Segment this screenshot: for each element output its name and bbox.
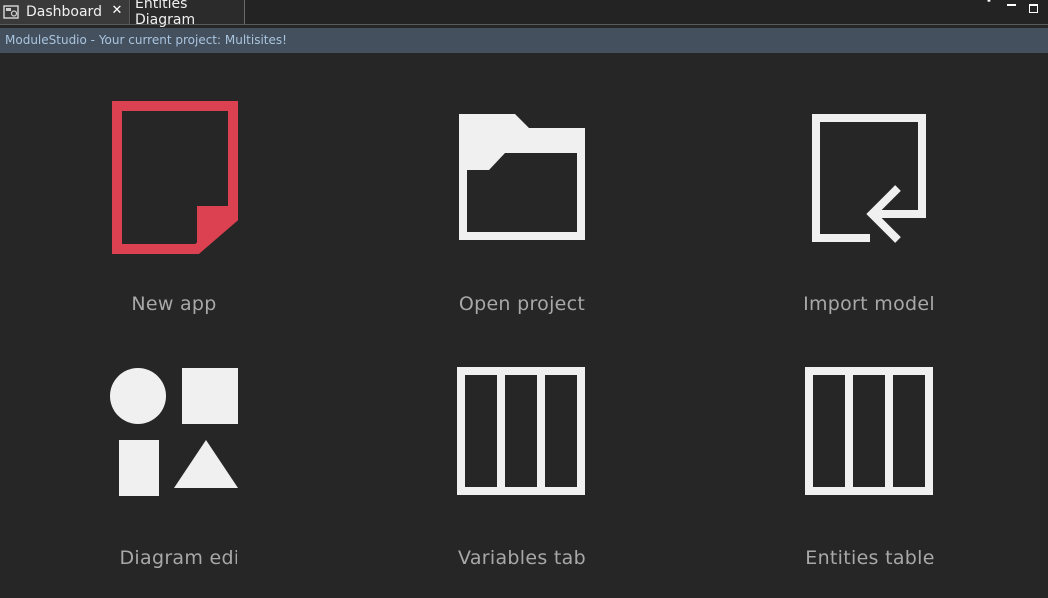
folder-icon bbox=[459, 114, 585, 240]
open-project-label: Open project bbox=[458, 293, 586, 315]
variables-table-label: Variables tab bbox=[458, 547, 586, 569]
shapes-icon bbox=[110, 368, 238, 496]
minimize-icon[interactable] bbox=[1007, 4, 1016, 13]
tab-dashboard-label: Dashboard bbox=[26, 4, 102, 20]
diagram-editor-label-text: Diagram edit bbox=[119, 547, 237, 569]
diagram-editor-tile[interactable]: Diagram edit bbox=[54, 355, 294, 595]
table-columns-icon bbox=[805, 367, 933, 495]
import-model-tile[interactable]: Import model bbox=[750, 100, 990, 340]
dashboard-icon bbox=[3, 5, 19, 19]
new-app-label: New app bbox=[131, 293, 217, 315]
project-banner: ModuleStudio - Your current project: Mul… bbox=[0, 28, 1048, 53]
tab-entities-diagram[interactable]: Entities Diagram bbox=[131, 0, 245, 28]
window-controls bbox=[985, 0, 1038, 14]
new-app-tile[interactable]: New app bbox=[54, 100, 294, 340]
tab-dashboard[interactable]: Dashboard ✕ bbox=[0, 0, 130, 24]
entities-table-label: Entities table bbox=[805, 547, 935, 569]
tab-bar: Dashboard ✕ Entities Diagram bbox=[0, 0, 1048, 28]
table-columns-icon bbox=[457, 367, 585, 495]
entities-table-tile[interactable]: Entities table bbox=[750, 355, 990, 595]
new-document-icon bbox=[112, 101, 238, 254]
tab-entities-diagram-label: Entities Diagram bbox=[135, 0, 196, 28]
restore-icon[interactable] bbox=[985, 0, 994, 5]
maximize-icon[interactable] bbox=[1029, 4, 1038, 13]
close-icon[interactable]: ✕ bbox=[110, 4, 124, 18]
diagram-editor-label: Diagram edit bbox=[54, 547, 294, 569]
variables-table-tile[interactable]: Variables tab bbox=[402, 355, 642, 595]
import-icon bbox=[812, 114, 926, 243]
open-project-tile[interactable]: Open project bbox=[402, 100, 642, 340]
import-model-label: Import model bbox=[803, 293, 935, 315]
